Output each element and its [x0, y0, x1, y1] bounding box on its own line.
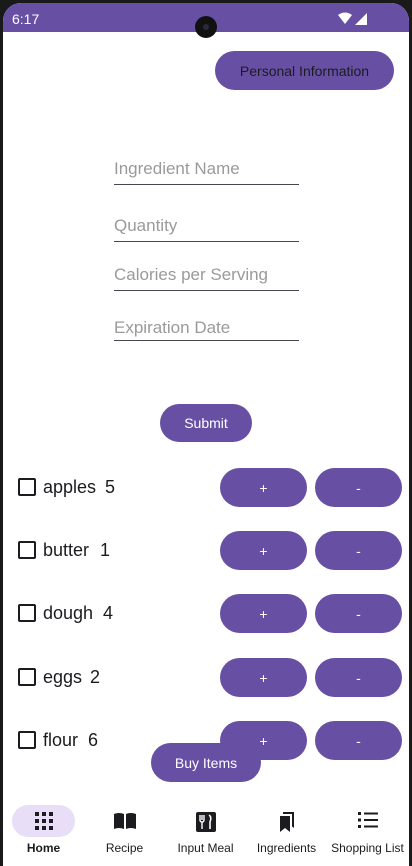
expiration-date-placeholder: Expiration Date (optional)	[114, 318, 231, 340]
bookmarks-icon	[246, 812, 327, 832]
ingredient-quantity: 5	[105, 477, 116, 497]
nav-label-recipe: Recipe	[105, 841, 144, 855]
ingredient-checkbox[interactable]	[18, 604, 36, 622]
ingredient-name: flour	[43, 730, 79, 750]
ingredient-row: eggs 2 + -	[3, 658, 409, 698]
ingredient-quantity: 6	[88, 730, 99, 750]
wifi-icon	[338, 12, 352, 24]
bottom-navigation: Home Recipe Input Meal Ingredients Shopp…	[3, 800, 409, 866]
ingredient-name: eggs	[43, 667, 83, 687]
decrease-quantity-button[interactable]: -	[315, 468, 402, 507]
submit-button[interactable]: Submit	[160, 404, 252, 442]
ingredient-name: apples	[43, 477, 97, 497]
increase-quantity-button[interactable]: +	[220, 468, 307, 507]
increase-quantity-button[interactable]: +	[220, 531, 307, 570]
quantity-field[interactable]: Quantity	[114, 212, 299, 242]
grid-icon	[3, 812, 84, 832]
ingredient-row: butter 1 + -	[3, 531, 409, 571]
camera-cutout	[195, 16, 217, 38]
ingredient-quantity: 1	[100, 540, 111, 560]
nav-item-home[interactable]: Home	[3, 800, 84, 860]
nav-item-ingredients[interactable]: Ingredients	[246, 800, 327, 860]
ingredient-quantity: 4	[103, 603, 114, 623]
ingredient-name: dough	[43, 603, 94, 623]
calories-field[interactable]: Calories per Serving	[114, 261, 299, 291]
status-time: 6:17	[12, 11, 40, 27]
restaurant-icon	[165, 812, 246, 832]
nav-label-home: Home	[26, 841, 61, 855]
nav-label-input-meal: Input Meal	[177, 841, 234, 855]
ingredient-name: butter	[43, 540, 90, 560]
nav-item-recipe[interactable]: Recipe	[84, 800, 165, 860]
quantity-placeholder: Quantity	[114, 216, 178, 235]
ingredient-name-field[interactable]: Ingredient Name	[114, 155, 299, 185]
ingredient-name-placeholder: Ingredient Name	[114, 159, 240, 178]
calories-placeholder: Calories per Serving	[114, 265, 269, 284]
nav-item-input-meal[interactable]: Input Meal	[165, 800, 246, 860]
ingredient-checkbox[interactable]	[18, 668, 36, 686]
ingredient-row: dough 4 + -	[3, 594, 409, 634]
app-screen: 6:17 Personal Information Ingredient Nam…	[3, 3, 409, 866]
nav-label-shopping-list: Shopping List	[331, 841, 404, 855]
decrease-quantity-button[interactable]: -	[315, 658, 402, 697]
decrease-quantity-button[interactable]: -	[315, 531, 402, 570]
list-icon	[327, 812, 408, 832]
increase-quantity-button[interactable]: +	[220, 594, 307, 633]
ingredient-checkbox[interactable]	[18, 541, 36, 559]
nav-label-ingredients: Ingredients	[256, 841, 317, 855]
ingredient-quantity: 2	[90, 667, 101, 687]
book-icon	[84, 812, 165, 832]
status-icons	[337, 12, 369, 31]
status-bar: 6:17	[3, 3, 409, 38]
decrease-quantity-button[interactable]: -	[315, 721, 402, 760]
device-frame: 6:17 Personal Information Ingredient Nam…	[0, 0, 412, 866]
ingredient-checkbox[interactable]	[18, 478, 36, 496]
increase-quantity-button[interactable]: +	[220, 658, 307, 697]
decrease-quantity-button[interactable]: -	[315, 594, 402, 633]
personal-information-button[interactable]: Personal Information	[215, 51, 394, 90]
expiration-date-field[interactable]: Expiration Date (optional)	[114, 311, 299, 341]
ingredient-checkbox[interactable]	[18, 731, 36, 749]
buy-items-button[interactable]: Buy Items	[151, 743, 261, 782]
signal-icon	[355, 13, 367, 25]
ingredient-row: apples 5 + -	[3, 468, 409, 508]
nav-item-shopping-list[interactable]: Shopping List	[327, 800, 408, 860]
